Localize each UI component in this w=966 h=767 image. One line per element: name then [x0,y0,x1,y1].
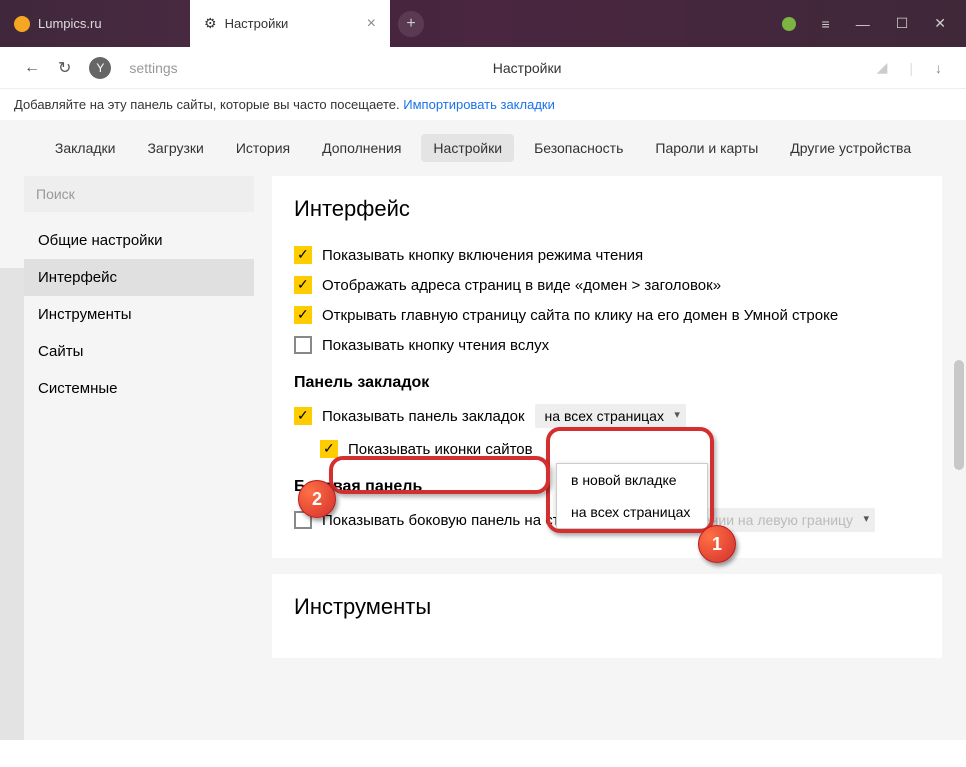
section-title-interface: Интерфейс [294,196,920,222]
settings-top-nav: Закладки Загрузки История Дополнения Нас… [0,134,966,162]
sidebar-item-sites[interactable]: Сайты [24,333,254,370]
nav-addons[interactable]: Дополнения [310,134,413,162]
window-controls: ≡ — ☐ ✕ [782,15,966,32]
nav-security[interactable]: Безопасность [522,134,635,162]
nav-bookmarks[interactable]: Закладки [43,134,128,162]
new-tab-button[interactable]: + [398,11,424,37]
nav-history[interactable]: История [224,134,302,162]
checkbox-icon[interactable] [294,306,312,324]
nav-settings[interactable]: Настройки [421,134,514,162]
site-identity-icon[interactable]: Y [89,57,111,79]
tab-lumpics[interactable]: Lumpics.ru [0,0,190,47]
subheader-bookmarks-panel: Панель закладок [294,374,920,392]
settings-sidebar: Поиск Общие настройки Интерфейс Инструме… [24,176,254,658]
checkbox-label: Показывать иконки сайтов [348,441,533,458]
minimize-icon[interactable]: — [856,16,870,32]
nav-devices[interactable]: Другие устройства [778,134,923,162]
menu-icon[interactable]: ≡ [822,16,830,32]
bookmarks-hint-bar: Добавляйте на эту панель сайты, которые … [0,89,966,120]
hint-text: Добавляйте на эту панель сайты, которые … [14,97,400,112]
extension-icon[interactable] [782,17,796,31]
tab-settings[interactable]: ⚙ Настройки × [190,0,390,47]
sidebar-item-tools[interactable]: Инструменты [24,296,254,333]
annotation-badge-1: 1 [698,525,736,563]
nav-passwords[interactable]: Пароли и карты [643,134,770,162]
checkbox-label: Показывать кнопку чтения вслух [322,337,549,354]
gear-icon: ⚙ [204,15,217,32]
sidebar-item-interface[interactable]: Интерфейс [24,259,254,296]
opt-reading-mode[interactable]: Показывать кнопку включения режима чтени… [294,240,920,270]
maximize-icon[interactable]: ☐ [896,15,909,32]
section-title-tools: Инструменты [294,594,920,620]
window-titlebar: Lumpics.ru ⚙ Настройки × + ≡ — ☐ ✕ [0,0,966,47]
opt-read-aloud[interactable]: Показывать кнопку чтения вслух [294,330,920,360]
address-bar: ← ↻ Y settings Настройки ◢ | ↓ [0,47,966,89]
page-title: Настройки [196,60,859,76]
opt-show-site-icons[interactable]: Показывать иконки сайтов [294,434,920,464]
opt-domain-title[interactable]: Отображать адреса страниц в виде «домен … [294,270,920,300]
favicon-lumpics [14,16,30,32]
bookmarks-mode-dropdown[interactable]: в новой вкладке на всех страницах [556,463,708,529]
nav-downloads[interactable]: Загрузки [135,134,215,162]
checkbox-icon[interactable] [294,407,312,425]
opt-show-bookmarks-panel[interactable]: Показывать панель закладок на всех стран… [294,398,920,434]
bookmarks-panel-mode-select[interactable]: на всех страницах [535,404,686,428]
scrollbar-thumb[interactable] [954,360,964,470]
bookmark-icon[interactable]: ◢ [877,59,888,76]
download-icon[interactable]: ↓ [935,60,942,76]
back-icon[interactable]: ← [24,59,40,77]
tab-label: Настройки [225,16,289,31]
checkbox-icon[interactable] [294,276,312,294]
dropdown-option-all-pages[interactable]: на всех страницах [557,496,707,528]
checkbox-label: Показывать панель закладок [322,408,525,425]
left-gutter [0,268,24,740]
checkbox-icon[interactable] [320,440,338,458]
close-window-icon[interactable]: ✕ [934,15,946,32]
opt-open-main[interactable]: Открывать главную страницу сайта по клик… [294,300,920,330]
checkbox-icon[interactable] [294,336,312,354]
checkbox-label: Показывать кнопку включения режима чтени… [322,247,643,264]
checkbox-label: Отображать адреса страниц в виде «домен … [322,277,721,294]
checkbox-icon[interactable] [294,246,312,264]
dropdown-option-new-tab[interactable]: в новой вкладке [557,464,707,496]
settings-main: Интерфейс Показывать кнопку включения ре… [272,176,942,658]
close-tab-icon[interactable]: × [367,15,376,33]
reload-icon[interactable]: ↻ [58,58,71,78]
sidebar-item-general[interactable]: Общие настройки [24,222,254,259]
import-bookmarks-link[interactable]: Импортировать закладки [403,97,555,112]
tab-label: Lumpics.ru [38,16,102,31]
checkbox-label: Открывать главную страницу сайта по клик… [322,307,838,324]
annotation-badge-2: 2 [298,480,336,518]
settings-search-input[interactable]: Поиск [24,176,254,212]
url-text[interactable]: settings [129,60,177,76]
settings-workarea: Закладки Загрузки История Дополнения Нас… [0,120,966,740]
sidebar-item-system[interactable]: Системные [24,370,254,407]
tools-card: Инструменты [272,574,942,658]
